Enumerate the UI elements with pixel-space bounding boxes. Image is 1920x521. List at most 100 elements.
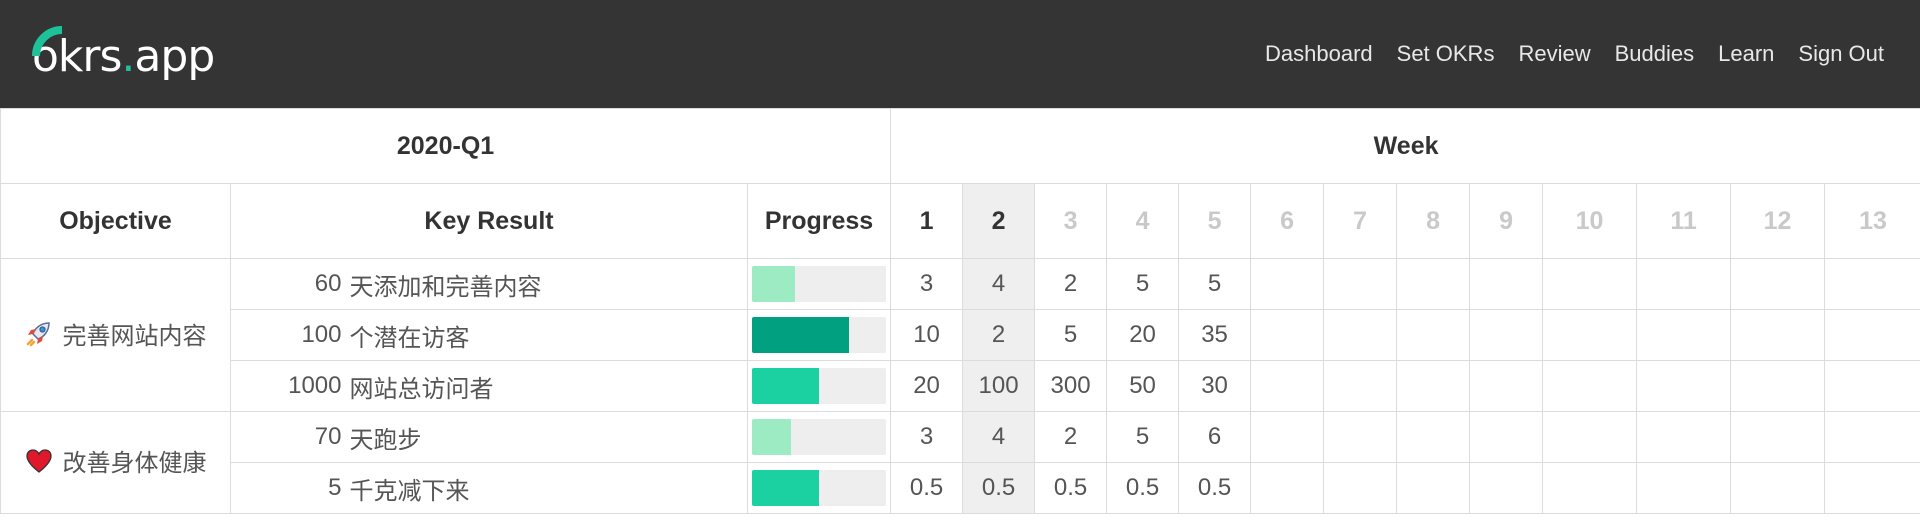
key-result-target[interactable]: 5 xyxy=(230,462,346,514)
progress-bar-fill xyxy=(752,368,820,404)
week-9-cell[interactable] xyxy=(1469,462,1544,514)
week-5-cell[interactable]: 0.5 xyxy=(1178,462,1252,514)
week-9-cell[interactable] xyxy=(1469,258,1544,310)
week-4-cell[interactable]: 20 xyxy=(1106,309,1180,361)
week-8-header: 8 xyxy=(1396,183,1471,259)
week-2-cell[interactable]: 0.5 xyxy=(962,462,1036,514)
week-4-cell[interactable]: 0.5 xyxy=(1106,462,1180,514)
week-5-header: 5 xyxy=(1178,183,1252,259)
week-13-cell[interactable] xyxy=(1824,462,1920,514)
week-7-cell[interactable] xyxy=(1323,462,1398,514)
week-13-cell[interactable] xyxy=(1824,258,1920,310)
week-12-cell[interactable] xyxy=(1730,258,1826,310)
key-result-text[interactable]: 天跑步 xyxy=(345,411,748,463)
key-result-text[interactable]: 天添加和完善内容 xyxy=(345,258,748,310)
nav-review[interactable]: Review xyxy=(1518,41,1590,67)
progress-header: Progress xyxy=(746,183,892,259)
key-result-row: 完善网站内容 60 天添加和完善内容 3 4 2 5 5 xyxy=(0,258,1920,412)
week-8-cell[interactable] xyxy=(1396,411,1471,463)
week-13-cell[interactable] xyxy=(1824,360,1920,412)
week-10-cell[interactable] xyxy=(1542,411,1638,463)
week-11-cell[interactable] xyxy=(1636,411,1732,463)
nav-buddies[interactable]: Buddies xyxy=(1615,41,1695,67)
week-2-header: 2 xyxy=(962,183,1036,259)
week-8-cell[interactable] xyxy=(1396,258,1471,310)
key-result-text[interactable]: 个潜在访客 xyxy=(345,309,748,361)
week-8-cell[interactable] xyxy=(1396,360,1471,412)
week-4-cell[interactable]: 5 xyxy=(1106,258,1180,310)
week-12-cell[interactable] xyxy=(1730,360,1826,412)
week-3-cell[interactable]: 2 xyxy=(1034,411,1108,463)
objective-cell[interactable]: 改善身体健康 xyxy=(0,411,231,514)
okrs-logo[interactable]: okrs.app xyxy=(32,0,215,108)
key-result-target[interactable]: 60 xyxy=(230,258,346,310)
week-13-cell[interactable] xyxy=(1824,309,1920,361)
week-3-cell[interactable]: 0.5 xyxy=(1034,462,1108,514)
progress-bar-track xyxy=(752,419,887,455)
week-6-cell[interactable] xyxy=(1250,462,1325,514)
week-7-cell[interactable] xyxy=(1323,411,1398,463)
rocket-icon xyxy=(25,319,53,347)
week-4-cell[interactable]: 50 xyxy=(1106,360,1180,412)
week-11-cell[interactable] xyxy=(1636,462,1732,514)
week-11-cell[interactable] xyxy=(1636,258,1732,310)
key-result-target[interactable]: 1000 xyxy=(230,360,346,412)
week-6-cell[interactable] xyxy=(1250,411,1325,463)
key-result-row: 1000 网站总访问者 20 100 300 50 30 xyxy=(1,360,1920,412)
key-result-target[interactable]: 100 xyxy=(230,309,346,361)
week-13-cell[interactable] xyxy=(1824,411,1920,463)
week-8-cell[interactable] xyxy=(1396,309,1471,361)
week-2-cell[interactable]: 4 xyxy=(962,411,1036,463)
week-7-cell[interactable] xyxy=(1323,309,1398,361)
week-12-cell[interactable] xyxy=(1730,462,1826,514)
week-10-cell[interactable] xyxy=(1542,360,1638,412)
week-1-cell[interactable]: 0.5 xyxy=(890,462,964,514)
week-5-cell[interactable]: 5 xyxy=(1178,258,1252,310)
week-3-cell[interactable]: 5 xyxy=(1034,309,1108,361)
nav-set-okrs[interactable]: Set OKRs xyxy=(1397,41,1495,67)
week-12-cell[interactable] xyxy=(1730,309,1826,361)
week-6-cell[interactable] xyxy=(1250,309,1325,361)
progress-cell xyxy=(746,462,892,514)
week-2-cell[interactable]: 4 xyxy=(962,258,1036,310)
nav-sign-out[interactable]: Sign Out xyxy=(1798,41,1884,67)
week-12-cell[interactable] xyxy=(1730,411,1826,463)
week-9-cell[interactable] xyxy=(1469,309,1544,361)
week-7-cell[interactable] xyxy=(1323,360,1398,412)
progress-bar-fill xyxy=(752,317,849,353)
key-result-text[interactable]: 网站总访问者 xyxy=(345,360,748,412)
week-5-cell[interactable]: 35 xyxy=(1178,309,1252,361)
logo-arc-icon xyxy=(32,26,63,57)
progress-bar-track xyxy=(752,317,887,353)
week-5-cell[interactable]: 6 xyxy=(1178,411,1252,463)
quarter-header: 2020-Q1 xyxy=(0,108,892,184)
week-1-cell[interactable]: 10 xyxy=(890,309,964,361)
week-7-cell[interactable] xyxy=(1323,258,1398,310)
week-1-cell[interactable]: 3 xyxy=(890,411,964,463)
week-4-header: 4 xyxy=(1106,183,1180,259)
week-8-cell[interactable] xyxy=(1396,462,1471,514)
week-1-cell[interactable]: 20 xyxy=(890,360,964,412)
week-10-cell[interactable] xyxy=(1542,309,1638,361)
week-2-cell[interactable]: 100 xyxy=(962,360,1036,412)
heart-icon xyxy=(25,447,53,475)
week-9-cell[interactable] xyxy=(1469,360,1544,412)
week-11-cell[interactable] xyxy=(1636,360,1732,412)
nav-dashboard[interactable]: Dashboard xyxy=(1265,41,1373,67)
week-6-cell[interactable] xyxy=(1250,258,1325,310)
week-6-cell[interactable] xyxy=(1250,360,1325,412)
week-3-cell[interactable]: 2 xyxy=(1034,258,1108,310)
week-3-cell[interactable]: 300 xyxy=(1034,360,1108,412)
week-9-cell[interactable] xyxy=(1469,411,1544,463)
week-10-cell[interactable] xyxy=(1542,462,1638,514)
nav-learn[interactable]: Learn xyxy=(1718,41,1774,67)
week-1-cell[interactable]: 3 xyxy=(890,258,964,310)
week-5-cell[interactable]: 30 xyxy=(1178,360,1252,412)
week-4-cell[interactable]: 5 xyxy=(1106,411,1180,463)
key-result-text[interactable]: 千克减下来 xyxy=(345,462,748,514)
week-11-cell[interactable] xyxy=(1636,309,1732,361)
key-result-target[interactable]: 70 xyxy=(230,411,346,463)
week-10-cell[interactable] xyxy=(1542,258,1638,310)
objective-cell[interactable]: 完善网站内容 xyxy=(0,258,231,412)
week-2-cell[interactable]: 2 xyxy=(962,309,1036,361)
